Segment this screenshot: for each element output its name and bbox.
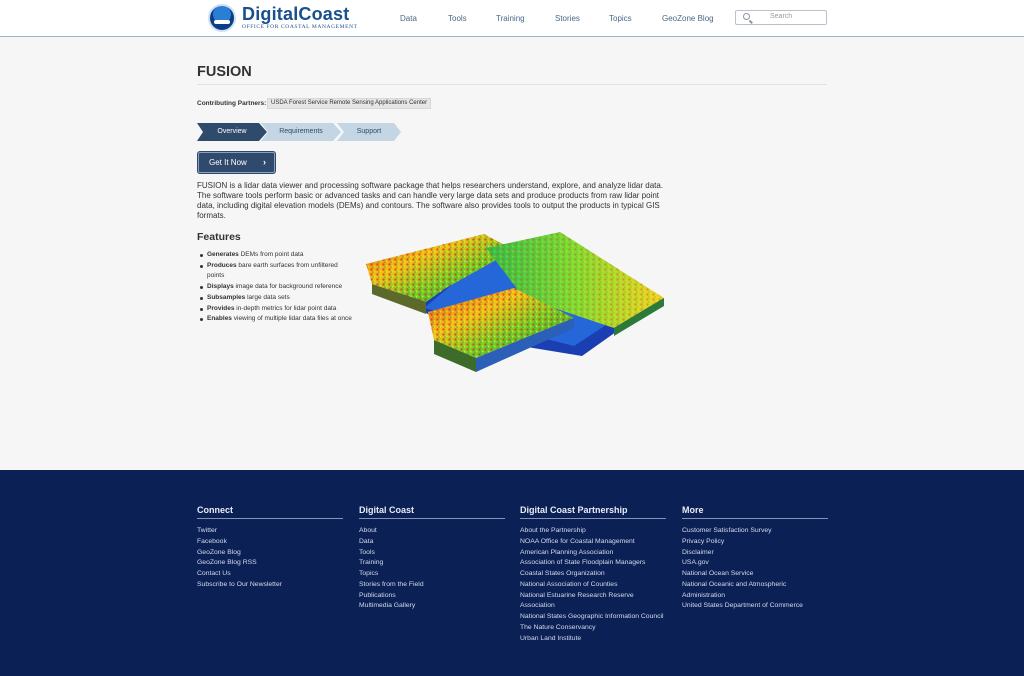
- footer-heading: Connect: [197, 505, 343, 519]
- footer-link[interactable]: GeoZone Blog: [197, 548, 343, 559]
- footer-link[interactable]: GeoZone Blog RSS: [197, 558, 343, 569]
- nav-geozone-blog[interactable]: GeoZone Blog: [662, 14, 714, 23]
- feature-item: Provides in-depth metrics for lidar poin…: [200, 304, 355, 315]
- footer-link[interactable]: National States Geographic Information C…: [520, 612, 666, 623]
- footer-heading: More: [682, 505, 828, 519]
- footer-link[interactable]: NOAA Office for Coastal Management: [520, 537, 666, 548]
- footer-link[interactable]: National Estuarine Research Reserve Asso…: [520, 591, 666, 613]
- page-title: FUSION: [197, 64, 252, 80]
- feature-item: Subsamples large data sets: [200, 293, 355, 304]
- footer-link[interactable]: Disclaimer: [682, 548, 828, 559]
- footer-heading: Digital Coast Partnership: [520, 505, 666, 519]
- footer-link[interactable]: Association of State Floodplain Managers: [520, 558, 666, 569]
- footer-link[interactable]: Stories from the Field: [359, 580, 505, 591]
- logo-subtitle: OFFICE FOR COASTAL MANAGEMENT: [242, 24, 358, 31]
- digitalcoast-logo[interactable]: DigitalCoast OFFICE FOR COASTAL MANAGEME…: [208, 4, 358, 32]
- features-list: Generates DEMs from point data Produces …: [200, 250, 355, 325]
- nav-topics[interactable]: Topics: [609, 14, 632, 23]
- feature-item: Enables viewing of multiple lidar data f…: [200, 314, 355, 325]
- footer-link[interactable]: Training: [359, 558, 505, 569]
- footer-column-more: More Customer Satisfaction Survey Privac…: [682, 505, 828, 612]
- site-header: DigitalCoast OFFICE FOR COASTAL MANAGEME…: [0, 0, 1024, 37]
- nav-training[interactable]: Training: [496, 14, 525, 23]
- footer-link[interactable]: USA.gov: [682, 558, 828, 569]
- footer-link[interactable]: Contact Us: [197, 569, 343, 580]
- description: FUSION is a lidar data viewer and proces…: [197, 181, 664, 220]
- lidar-terrain-image: [366, 232, 664, 372]
- partner-chip[interactable]: USDA Forest Service Remote Sensing Appli…: [267, 98, 432, 109]
- footer-column-partnership: Digital Coast Partnership About the Part…: [520, 505, 666, 644]
- footer-link[interactable]: Tools: [359, 548, 505, 559]
- footer-link[interactable]: Coastal States Organization: [520, 569, 666, 580]
- footer-link[interactable]: United States Department of Commerce: [682, 601, 828, 612]
- footer-heading: Digital Coast: [359, 505, 505, 519]
- footer-column-digital-coast: Digital Coast About Data Tools Training …: [359, 505, 505, 612]
- nav-tools[interactable]: Tools: [448, 14, 467, 23]
- feature-item: Generates DEMs from point data: [200, 250, 355, 261]
- footer-link[interactable]: American Planning Association: [520, 548, 666, 559]
- footer-link[interactable]: Data: [359, 537, 505, 548]
- noaa-emblem-icon: [208, 4, 236, 32]
- tab-overview[interactable]: Overview: [197, 123, 267, 141]
- logo-title: DigitalCoast: [242, 4, 350, 25]
- footer-link[interactable]: Privacy Policy: [682, 537, 828, 548]
- footer-link[interactable]: The Nature Conservancy: [520, 623, 666, 634]
- footer-link[interactable]: National Oceanic and Atmospheric Adminis…: [682, 580, 828, 602]
- footer-link[interactable]: About the Partnership: [520, 526, 666, 537]
- site-footer: Connect Twitter Facebook GeoZone Blog Ge…: [0, 470, 1024, 676]
- footer-link[interactable]: Publications: [359, 591, 505, 602]
- nav-data[interactable]: Data: [400, 14, 417, 23]
- footer-link[interactable]: Multimedia Gallery: [359, 601, 505, 612]
- footer-link[interactable]: About: [359, 526, 505, 537]
- footer-link[interactable]: Urban Land Institute: [520, 634, 666, 645]
- nav-stories[interactable]: Stories: [555, 14, 580, 23]
- footer-link[interactable]: National Association of Counties: [520, 580, 666, 591]
- search-input[interactable]: [770, 13, 820, 20]
- footer-link[interactable]: Facebook: [197, 537, 343, 548]
- features-heading: Features: [197, 231, 241, 243]
- feature-item: Displays image data for background refer…: [200, 282, 355, 293]
- title-divider: [197, 84, 827, 85]
- footer-link[interactable]: Topics: [359, 569, 505, 580]
- contributing-partners-label: Contributing Partners:: [197, 100, 267, 107]
- footer-column-connect: Connect Twitter Facebook GeoZone Blog Ge…: [197, 505, 343, 591]
- get-it-now-button[interactable]: Get It Now ›: [198, 152, 275, 173]
- footer-link[interactable]: Customer Satisfaction Survey: [682, 526, 828, 537]
- search-box[interactable]: [735, 10, 827, 25]
- search-icon[interactable]: [743, 13, 750, 20]
- tab-support[interactable]: Support: [337, 123, 401, 141]
- footer-link[interactable]: National Ocean Service: [682, 569, 828, 580]
- footer-link[interactable]: Twitter: [197, 526, 343, 537]
- tab-requirements[interactable]: Requirements: [261, 123, 341, 141]
- chevron-right-icon: ›: [263, 157, 266, 167]
- get-it-now-label: Get It Now: [209, 158, 247, 167]
- footer-link[interactable]: Subscribe to Our Newsletter: [197, 580, 343, 591]
- feature-item: Produces bare earth surfaces from unfilt…: [200, 261, 355, 282]
